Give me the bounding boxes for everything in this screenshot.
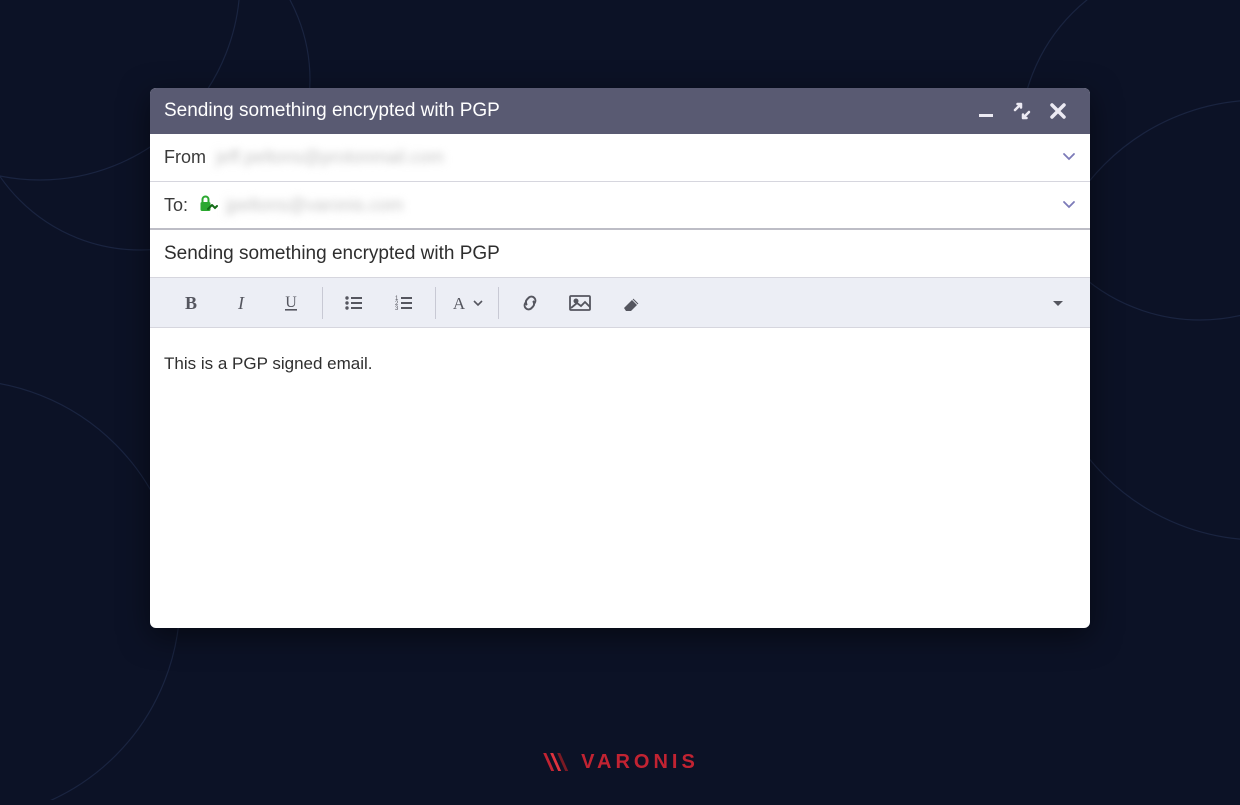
- image-button[interactable]: [555, 283, 605, 323]
- chevron-down-icon: [1062, 149, 1076, 163]
- more-dropdown-button[interactable]: [1036, 283, 1080, 323]
- chevron-down-icon: [473, 298, 483, 308]
- email-body-editor[interactable]: This is a PGP signed email.: [150, 328, 1090, 628]
- compose-window: Sending something encrypted with PGP Fro…: [150, 88, 1090, 628]
- to-field-row: To: jpeltons@varonis.com: [150, 182, 1090, 230]
- font-dropdown-button[interactable]: A: [442, 283, 492, 323]
- bold-button[interactable]: B: [166, 283, 216, 323]
- from-label: From: [164, 147, 206, 168]
- from-expand-button[interactable]: [1052, 147, 1076, 168]
- from-value[interactable]: jeff.peltons@protonmail.com: [216, 147, 1052, 168]
- eraser-button[interactable]: [605, 283, 655, 323]
- to-expand-button[interactable]: [1052, 195, 1076, 216]
- close-button[interactable]: [1040, 102, 1076, 120]
- brand-logo: VARONIS: [541, 750, 699, 774]
- svg-text:3: 3: [395, 306, 399, 312]
- numbered-list-button[interactable]: 1 2 3: [379, 283, 429, 323]
- from-field-row: From jeff.peltons@protonmail.com: [150, 134, 1090, 182]
- bullet-list-button[interactable]: [329, 283, 379, 323]
- svg-text:U: U: [285, 294, 297, 311]
- chevron-down-icon: [1062, 197, 1076, 211]
- minimize-button[interactable]: [968, 102, 1004, 120]
- varonis-mark-icon: [541, 750, 571, 774]
- body-text: This is a PGP signed email.: [164, 354, 373, 373]
- underline-button[interactable]: U: [266, 283, 316, 323]
- brand-name: VARONIS: [581, 751, 699, 774]
- lock-sign-icon: [198, 194, 220, 216]
- svg-text:I: I: [237, 293, 245, 313]
- to-label: To:: [164, 195, 188, 216]
- link-button[interactable]: [505, 283, 555, 323]
- subject-field[interactable]: Sending something encrypted with PGP: [150, 230, 1090, 278]
- window-titlebar: Sending something encrypted with PGP: [150, 88, 1090, 134]
- editor-toolbar: B I U 1 2 3: [150, 278, 1090, 328]
- to-value[interactable]: jpeltons@varonis.com: [226, 195, 1052, 216]
- window-title: Sending something encrypted with PGP: [164, 100, 968, 122]
- italic-button[interactable]: I: [216, 283, 266, 323]
- caret-down-icon: [1051, 296, 1065, 310]
- subject-text: Sending something encrypted with PGP: [164, 243, 500, 265]
- svg-text:B: B: [185, 293, 197, 313]
- svg-text:A: A: [453, 294, 466, 313]
- maximize-button[interactable]: [1004, 102, 1040, 120]
